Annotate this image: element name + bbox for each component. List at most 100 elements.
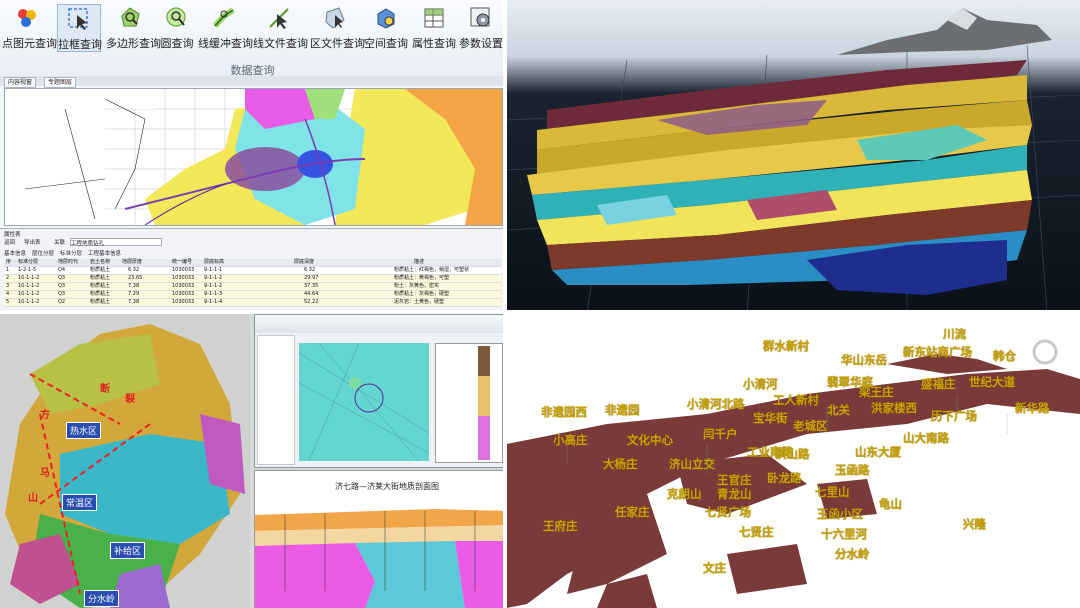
- place-label: 非遗园西: [541, 405, 587, 419]
- table-row[interactable]: 4 10-1-1-2 Q3 粉质粘土 7.29 1030033 9-1-1-3 44.6…: [4, 291, 501, 299]
- circle-query-button[interactable]: 圆查询: [159, 4, 195, 52]
- place-label: 华山东岳: [841, 353, 887, 367]
- software-toolbar: [255, 315, 503, 333]
- place-label: 十六里河: [821, 527, 867, 541]
- point-query-button[interactable]: 点图元查询: [2, 4, 57, 52]
- table-header-row: 序 标准分层 地层时代 岩土名称 地层厚度 统一编号 层底标高 层底深度 描述: [4, 259, 501, 267]
- place-label: 北关: [827, 403, 850, 417]
- place-label: 王官庄: [717, 473, 752, 487]
- polygon-query-icon: [121, 7, 140, 27]
- place-label: 任家庄: [615, 505, 650, 519]
- place-label: 大杨庄: [603, 457, 638, 471]
- place-label: 山东大厦: [855, 445, 901, 459]
- district-label-watershed: 分水岭: [84, 590, 120, 607]
- table-row[interactable]: 5 10-1-1-2 Q2 粉质粘土 7.38 1030033 9-1-1-4 52.2…: [4, 299, 501, 307]
- district-label-recharge: 补给区: [110, 542, 146, 559]
- place-label: 小清河: [743, 377, 778, 391]
- section-software-window: [254, 314, 503, 468]
- section-profile-canvas: [255, 509, 503, 608]
- map-view[interactable]: [4, 88, 503, 226]
- layer-tree[interactable]: [257, 335, 295, 465]
- export-table-button[interactable]: 导出表: [24, 238, 41, 246]
- point-query-icon: [18, 9, 36, 27]
- ribbon-toolbar: 点图元查询 拉框查询 多边形查询 圆查询 线缓冲查询 线文件查询 区文件查询 空…: [0, 0, 503, 77]
- line-file-icon: [269, 8, 289, 29]
- fault-label: 山: [28, 493, 38, 504]
- area-file-query-button[interactable]: 区文件查询: [310, 4, 365, 52]
- place-label: 历下广场: [931, 409, 977, 423]
- subtab-standard-layer[interactable]: 标准分层: [60, 249, 83, 257]
- fault-label: 裂: [125, 394, 135, 405]
- attribute-table-panel: 属性表 返回 导出表 关联 工程地质钻孔 基本信息 层位分层 标准分层 工程基本…: [0, 228, 503, 310]
- spatial-query-icon: [377, 8, 395, 29]
- place-label: 济山立交: [669, 457, 715, 471]
- place-label: 老城区: [793, 419, 828, 433]
- place-label: 新东站商广场: [903, 345, 972, 359]
- place-label: 小清河北路: [687, 397, 745, 411]
- subtab-basic-info[interactable]: 基本信息: [4, 249, 26, 257]
- place-label: 七贤庄: [739, 525, 774, 539]
- geologic-map-canvas: [5, 89, 502, 225]
- place-label: 闫千户: [703, 427, 738, 441]
- line-file-query-button[interactable]: 线文件查询: [253, 4, 308, 52]
- place-label: 克朗山: [667, 487, 702, 501]
- place-label: 非遗园: [605, 403, 640, 417]
- place-label: 七里山: [815, 485, 850, 499]
- attribute-query-button[interactable]: 属性查询: [411, 4, 457, 52]
- district-map-canvas: [0, 314, 250, 608]
- place-label: 盛福庄: [921, 377, 956, 391]
- fault-label: 马: [40, 468, 50, 479]
- place-label: 山大南路: [903, 431, 949, 445]
- place-label: 玉函小区: [817, 507, 863, 521]
- legend-column: [435, 343, 503, 463]
- line-buffer-query-button[interactable]: 线缓冲查询: [198, 4, 253, 52]
- preview-lines: [298, 342, 430, 462]
- polygon-query-button[interactable]: 多边形查询: [106, 4, 161, 52]
- compass-icon: [1032, 339, 1058, 365]
- settings-icon: [470, 7, 490, 27]
- line-buffer-icon: [212, 7, 235, 29]
- place-label: 玉函路: [835, 463, 870, 477]
- box-select-icon: [68, 8, 88, 30]
- place-label: 龟山: [879, 497, 902, 511]
- attribute-query-icon: [424, 8, 444, 28]
- place-label: 洪家楼西: [871, 401, 917, 415]
- section-map-preview[interactable]: [298, 342, 430, 462]
- place-label: 卧龙路: [767, 471, 802, 485]
- circle-query-icon: [166, 7, 186, 27]
- settings-button[interactable]: 参数设置: [459, 4, 503, 52]
- table-row[interactable]: 3 10-1-1-2 Q3 粉质粘土 7.38 1030033 9-1-1-2 37.3…: [4, 283, 501, 291]
- box-select-query-button[interactable]: 拉框查询: [57, 4, 102, 52]
- district-label-normal-temp: 常温区: [62, 494, 98, 511]
- link-button[interactable]: 关联: [54, 238, 65, 246]
- place-label: 群水新村: [763, 339, 809, 353]
- place-label: 文化中心: [627, 433, 673, 447]
- tab-content-view[interactable]: 内容视窗: [4, 77, 37, 88]
- layer-filter-select[interactable]: 工程地质钻孔: [70, 238, 162, 247]
- place-label: 七贤广场: [705, 505, 751, 519]
- section-profile: 济七路—济莱大街地质剖面图: [254, 470, 503, 608]
- 3d-geology-model-view[interactable]: [507, 0, 1080, 312]
- spatial-query-button[interactable]: 空间查询: [363, 4, 409, 52]
- fault-label: 方: [40, 410, 50, 421]
- place-label: 兴隆: [963, 517, 986, 531]
- table-row[interactable]: 1 1-2-1-5 Q4 粉质粘土 6.32 1030033 9-1-1-1 6.32 …: [4, 267, 501, 275]
- place-label: 工人新村: [773, 393, 819, 407]
- place-label: 文庄: [703, 561, 726, 575]
- gis-query-panel: 点图元查询 拉框查询 多边形查询 圆查询 线缓冲查询 线文件查询 区文件查询 空…: [0, 0, 505, 312]
- subtab-layered[interactable]: 层位分层: [32, 249, 54, 257]
- tab-thematic-layer[interactable]: 专题图层: [44, 77, 77, 88]
- 3d-strata-canvas: [507, 0, 1080, 310]
- place-label: 梁王庄: [859, 385, 894, 399]
- place-label: 川流: [943, 327, 966, 341]
- place-label: 韩仓: [993, 349, 1016, 363]
- table-row[interactable]: 2 10-1-1-2 Q3 粉质粘土 23.65 1030033 9-1-1-2 29.…: [4, 275, 501, 283]
- fault-label: 断: [100, 384, 110, 395]
- place-label: 小高庄: [553, 433, 588, 447]
- district-label-hot-water: 热水区: [66, 422, 102, 439]
- strata-place-label-view[interactable]: 川流 群水新村 华山东岳 新东站商广场 韩仓 小清河 翡翠华庭 盛福庄 世纪大道…: [507, 314, 1080, 608]
- hydrogeology-district-panel: 方 马 山 断 裂 热水区 常温区 补给区 分水岭 济七路—济莱大街地质剖面图: [0, 314, 505, 608]
- subtab-project-info[interactable]: 工程基本信息: [88, 249, 121, 257]
- back-button[interactable]: 返回: [4, 238, 15, 246]
- attribute-panel-title: 属性表: [4, 232, 21, 238]
